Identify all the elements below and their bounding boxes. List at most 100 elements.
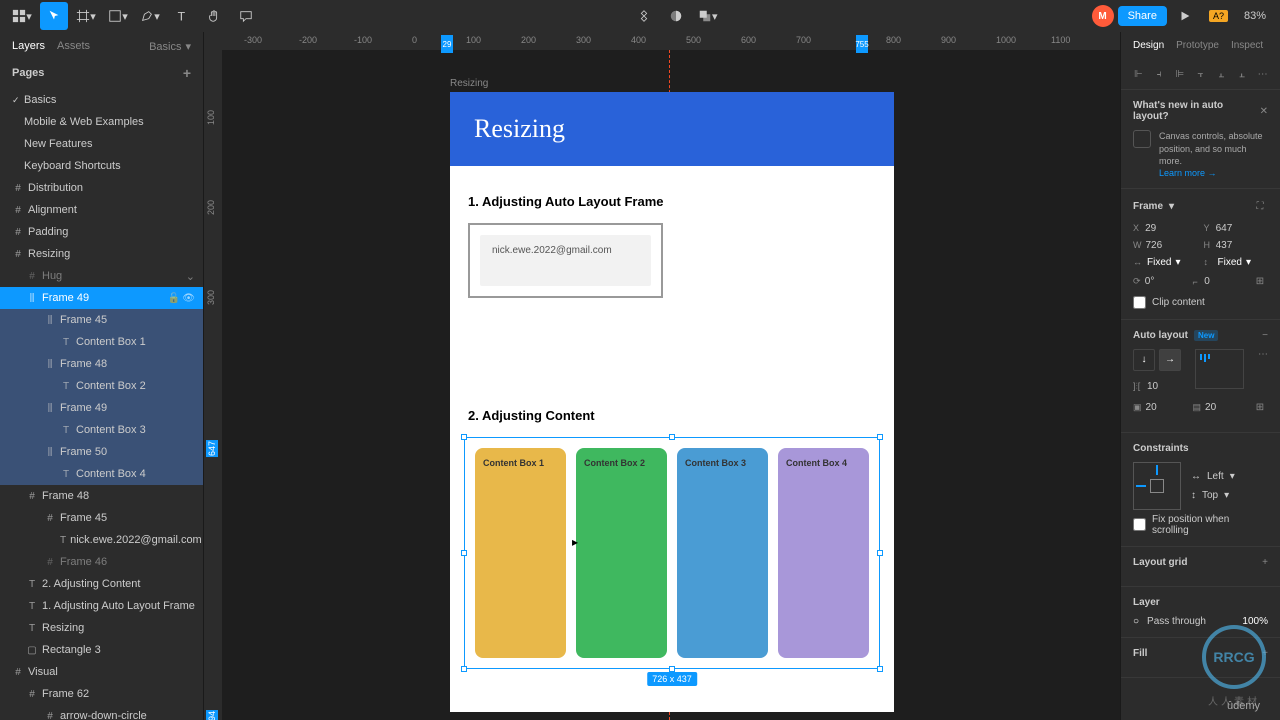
layer-item[interactable]: T2. Adjusting Content [0, 573, 203, 595]
clip-content-checkbox[interactable]: Clip content [1133, 296, 1268, 309]
inspect-tab[interactable]: Inspect [1231, 40, 1263, 51]
remove-auto-layout-icon[interactable]: − [1262, 330, 1268, 341]
layer-item[interactable]: #Padding [0, 221, 203, 243]
selected-frame[interactable]: Content Box 1 Content Box 2 Content Box … [464, 437, 880, 669]
h-sizing[interactable]: Fixed [1147, 257, 1171, 268]
page-dropdown[interactable]: Basics ▾ [149, 40, 191, 53]
layer-item[interactable]: ⫼Frame 48 [0, 353, 203, 375]
add-layout-grid-icon[interactable]: + [1262, 557, 1268, 568]
align-bottom-icon[interactable]: ⫠ [1235, 65, 1250, 83]
radius-input[interactable] [1204, 276, 1246, 287]
constraint-h-select[interactable]: ↔ Left ▾ [1191, 471, 1235, 482]
layer-item[interactable]: TContent Box 2 [0, 375, 203, 397]
layer-item[interactable]: #Visual [0, 661, 203, 683]
layer-item[interactable]: #Distribution [0, 177, 203, 199]
layer-item[interactable]: TResizing [0, 617, 203, 639]
comment-tool[interactable] [232, 2, 260, 30]
layer-item[interactable]: T1. Adjusting Auto Layout Frame [0, 595, 203, 617]
align-top-icon[interactable]: ⫟ [1193, 65, 1208, 83]
resize-handle[interactable] [461, 550, 467, 556]
align-hcenter-icon[interactable]: ⫞ [1152, 65, 1167, 83]
layer-item[interactable]: ⫼Frame 49 [0, 397, 203, 419]
layer-item[interactable]: #arrow-down-circle [0, 705, 203, 720]
frame-label[interactable]: Resizing [450, 78, 488, 89]
input-frame[interactable]: nick.ewe.2022@gmail.com [468, 223, 663, 298]
resize-to-fit-icon[interactable]: ⛶ [1252, 199, 1268, 215]
pad-v-input[interactable] [1205, 402, 1246, 413]
pen-tool[interactable]: ▾ [136, 2, 164, 30]
text-tool[interactable]: T [168, 2, 196, 30]
layers-tab[interactable]: Layers [12, 40, 45, 53]
boolean-icon[interactable]: ▾ [694, 2, 722, 30]
menu-button[interactable]: ▾ [8, 2, 36, 30]
rotation-input[interactable] [1145, 276, 1187, 287]
layer-item[interactable]: #Alignment [0, 199, 203, 221]
frame-tool[interactable]: ▾ [72, 2, 100, 30]
prototype-tab[interactable]: Prototype [1176, 40, 1219, 51]
v-sizing[interactable]: Fixed [1218, 257, 1242, 268]
resize-handle[interactable] [461, 434, 467, 440]
layer-item[interactable]: TContent Box 4 [0, 463, 203, 485]
constraints-widget[interactable] [1133, 462, 1181, 510]
layer-item[interactable]: #Resizing [0, 243, 203, 265]
x-input[interactable] [1145, 223, 1197, 234]
share-button[interactable]: Share [1118, 6, 1167, 26]
layer-item[interactable]: #Frame 45 [0, 507, 203, 529]
direction-vertical-icon[interactable]: ↓ [1133, 349, 1155, 371]
hand-tool[interactable] [200, 2, 228, 30]
align-right-icon[interactable]: ⊫ [1172, 65, 1187, 83]
direction-horizontal-icon[interactable]: → [1159, 349, 1181, 371]
layer-item[interactable]: #Frame 62 [0, 683, 203, 705]
notification-badge[interactable]: A? [1209, 10, 1228, 22]
layer-item[interactable]: #Frame 46 [0, 551, 203, 573]
layer-item[interactable]: ⫼Frame 49🔓👁 [0, 287, 203, 309]
layer-item[interactable]: ⫼Frame 50 [0, 441, 203, 463]
add-page-button[interactable]: + [183, 65, 191, 81]
alignment-box[interactable] [1195, 349, 1244, 389]
content-box-1[interactable]: Content Box 1 [475, 448, 566, 658]
move-tool[interactable] [40, 2, 68, 30]
blend-mode-icon[interactable]: ○ [1133, 616, 1139, 627]
component-icon[interactable] [630, 2, 658, 30]
page-item[interactable]: Basics [0, 89, 203, 111]
opacity-value[interactable]: 100% [1242, 616, 1268, 627]
independent-corners-icon[interactable]: ⊞ [1252, 274, 1268, 290]
page-item[interactable]: Keyboard Shortcuts [0, 155, 203, 177]
add-fill-icon[interactable]: + [1262, 648, 1268, 659]
canvas[interactable]: -300 -200 -100 0 29 100 200 300 400 500 … [204, 32, 1120, 720]
learn-more-link[interactable]: Learn more → [1159, 168, 1268, 178]
layer-item[interactable]: TContent Box 1 [0, 331, 203, 353]
align-more-icon[interactable]: ⋯ [1255, 65, 1270, 83]
align-left-icon[interactable]: ⊩ [1131, 65, 1146, 83]
auto-layout-more-icon[interactable]: ⋯ [1258, 349, 1268, 360]
shape-tool[interactable]: ▾ [104, 2, 132, 30]
layer-item[interactable]: #Frame 48 [0, 485, 203, 507]
resize-handle[interactable] [877, 434, 883, 440]
close-icon[interactable]: ✕ [1260, 106, 1268, 117]
constraint-v-select[interactable]: ↕ Top ▾ [1191, 490, 1235, 501]
mask-icon[interactable] [662, 2, 690, 30]
user-avatar[interactable]: M [1092, 5, 1114, 27]
resize-handle[interactable] [461, 666, 467, 672]
layer-item[interactable]: Tnick.ewe.2022@gmail.com [0, 529, 203, 551]
content-box-3[interactable]: Content Box 3 [677, 448, 768, 658]
w-input[interactable] [1146, 240, 1198, 251]
zoom-level[interactable]: 83% [1238, 10, 1272, 22]
assets-tab[interactable]: Assets [57, 40, 90, 53]
h-input[interactable] [1216, 240, 1268, 251]
y-input[interactable] [1216, 223, 1268, 234]
independent-padding-icon[interactable]: ⊞ [1252, 400, 1268, 416]
blend-mode-select[interactable]: Pass through [1147, 616, 1234, 627]
page-item[interactable]: New Features [0, 133, 203, 155]
resize-handle[interactable] [877, 666, 883, 672]
layer-item[interactable]: ⫼Frame 45 [0, 309, 203, 331]
layer-item[interactable]: TContent Box 3 [0, 419, 203, 441]
pad-h-input[interactable] [1146, 402, 1187, 413]
gap-input[interactable] [1147, 381, 1187, 392]
design-tab[interactable]: Design [1133, 40, 1164, 51]
align-vcenter-icon[interactable]: ⫠ [1214, 65, 1229, 83]
layer-item[interactable]: ▢Rectangle 3 [0, 639, 203, 661]
artboard[interactable]: Resizing 1. Adjusting Auto Layout Frame … [450, 92, 894, 712]
content-box-2[interactable]: Content Box 2 [576, 448, 667, 658]
present-button[interactable] [1171, 2, 1199, 30]
